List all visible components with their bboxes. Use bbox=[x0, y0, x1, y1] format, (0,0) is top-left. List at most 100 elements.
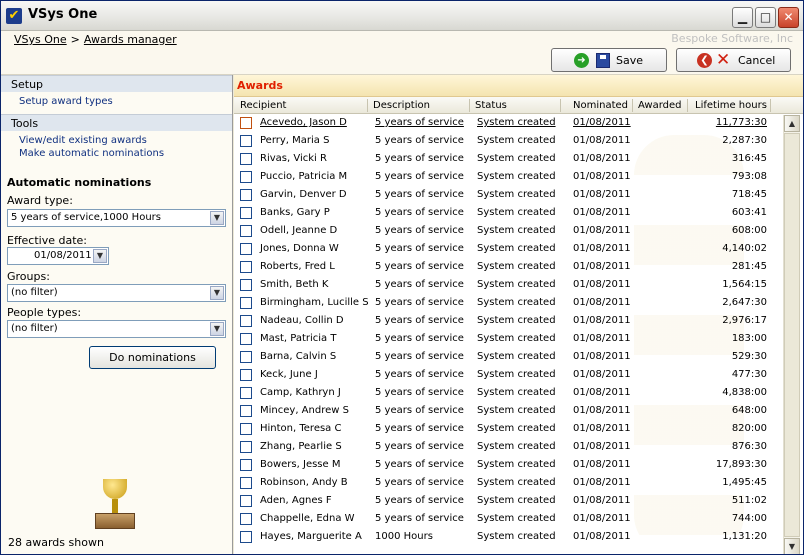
row-checkbox[interactable] bbox=[240, 387, 252, 399]
chevron-down-icon[interactable]: ▼ bbox=[210, 322, 224, 336]
table-row[interactable]: Banks, Gary P 5 years of service System cr… bbox=[234, 205, 783, 223]
row-checkbox[interactable] bbox=[240, 189, 252, 201]
table-row[interactable]: Chappelle, Edna W 5 years of service Syste… bbox=[234, 511, 783, 529]
sidebar-item-setup-award-types[interactable]: Setup award types bbox=[19, 96, 113, 107]
row-checkbox[interactable] bbox=[240, 225, 252, 237]
minimize-button[interactable]: ▁ bbox=[732, 7, 753, 28]
table-row[interactable]: Rivas, Vicki R 5 years of service System c… bbox=[234, 151, 783, 169]
recipient-cell: Puccio, Patricia M bbox=[260, 171, 348, 182]
row-checkbox[interactable] bbox=[240, 477, 252, 489]
row-checkbox[interactable] bbox=[240, 441, 252, 453]
people-types-select[interactable]: (no filter) ▼ bbox=[7, 320, 226, 338]
table-row[interactable]: Puccio, Patricia M 5 years of service Syst… bbox=[234, 169, 783, 187]
table-row[interactable]: Roberts, Fred L 5 years of service System … bbox=[234, 259, 783, 277]
back-icon: ❮ bbox=[697, 53, 712, 68]
column-separator[interactable] bbox=[687, 99, 688, 112]
lifetime-hours-cell: 2,647:30 bbox=[722, 297, 767, 308]
scroll-up-icon[interactable]: ▲ bbox=[784, 115, 800, 132]
table-row[interactable]: Odell, Jeanne D 5 years of service System … bbox=[234, 223, 783, 241]
row-checkbox[interactable] bbox=[240, 531, 252, 543]
cancel-button[interactable]: ❮ ✕ Cancel bbox=[676, 48, 791, 72]
status-cell: System created bbox=[477, 459, 556, 470]
effective-date-picker[interactable]: 01/08/2011 ▼ bbox=[7, 247, 109, 265]
table-row[interactable]: Robinson, Andy B 5 years of service System… bbox=[234, 475, 783, 493]
column-description[interactable]: Description bbox=[373, 100, 430, 111]
nominated-cell: 01/08/2011 bbox=[573, 477, 631, 488]
table-row[interactable]: Bowers, Jesse M 5 years of service System … bbox=[234, 457, 783, 475]
maximize-button[interactable]: □ bbox=[755, 7, 776, 28]
awards-header-bar: Awards bbox=[234, 75, 803, 97]
row-checkbox[interactable] bbox=[240, 297, 252, 309]
row-checkbox[interactable] bbox=[240, 405, 252, 417]
table-row[interactable]: Hinton, Teresa C 5 years of service System… bbox=[234, 421, 783, 439]
row-checkbox[interactable] bbox=[240, 243, 252, 255]
chevron-down-icon[interactable]: ▼ bbox=[210, 211, 224, 225]
breadcrumb-home-link[interactable]: VSys One bbox=[14, 33, 67, 46]
cancel-label: Cancel bbox=[738, 54, 776, 67]
scroll-down-icon[interactable]: ▼ bbox=[784, 538, 800, 554]
row-checkbox[interactable] bbox=[240, 315, 252, 327]
row-checkbox[interactable] bbox=[240, 513, 252, 525]
nominated-cell: 01/08/2011 bbox=[573, 117, 631, 128]
recipient-cell: Birmingham, Lucille S bbox=[260, 297, 369, 308]
status-cell: System created bbox=[477, 423, 556, 434]
do-nominations-button[interactable]: Do nominations bbox=[89, 346, 216, 369]
table-row[interactable]: Camp, Kathryn J 5 years of service System … bbox=[234, 385, 783, 403]
table-row[interactable]: Acevedo, Jason D 5 years of service System… bbox=[234, 115, 783, 133]
table-row[interactable]: Perry, Maria S 5 years of service System c… bbox=[234, 133, 783, 151]
row-checkbox[interactable] bbox=[240, 261, 252, 273]
column-status[interactable]: Status bbox=[475, 100, 507, 111]
recipient-cell: Hinton, Teresa C bbox=[260, 423, 342, 434]
chevron-down-icon[interactable]: ▼ bbox=[93, 249, 107, 263]
column-separator[interactable] bbox=[469, 99, 470, 112]
column-lifetime-hours[interactable]: Lifetime hours bbox=[695, 100, 767, 111]
table-row[interactable]: Nadeau, Collin D 5 years of service System… bbox=[234, 313, 783, 331]
table-row[interactable]: Aden, Agnes F 5 years of service System cr… bbox=[234, 493, 783, 511]
row-checkbox[interactable] bbox=[240, 279, 252, 291]
save-button[interactable]: ➜ Save bbox=[551, 48, 667, 72]
row-checkbox[interactable] bbox=[240, 117, 252, 129]
column-separator[interactable] bbox=[632, 99, 633, 112]
recipient-cell: Perry, Maria S bbox=[260, 135, 330, 146]
row-checkbox[interactable] bbox=[240, 171, 252, 183]
close-button[interactable]: ✕ bbox=[778, 7, 799, 28]
chevron-down-icon[interactable]: ▼ bbox=[210, 286, 224, 300]
status-cell: System created bbox=[477, 297, 556, 308]
row-checkbox[interactable] bbox=[240, 351, 252, 363]
column-separator[interactable] bbox=[770, 99, 771, 112]
row-checkbox[interactable] bbox=[240, 459, 252, 471]
row-checkbox[interactable] bbox=[240, 135, 252, 147]
table-row[interactable]: Keck, June J 5 years of service System cre… bbox=[234, 367, 783, 385]
row-checkbox[interactable] bbox=[240, 207, 252, 219]
table-row[interactable]: Smith, Beth K 5 years of service System cr… bbox=[234, 277, 783, 295]
row-checkbox[interactable] bbox=[240, 495, 252, 507]
groups-select[interactable]: (no filter) ▼ bbox=[7, 284, 226, 302]
column-separator[interactable] bbox=[560, 99, 561, 112]
column-nominated[interactable]: Nominated bbox=[573, 100, 628, 111]
description-cell: 5 years of service bbox=[375, 369, 464, 380]
sidebar-item-make-nominations[interactable]: Make automatic nominations bbox=[19, 148, 164, 159]
table-row[interactable]: Barna, Calvin S 5 years of service System … bbox=[234, 349, 783, 367]
nominated-cell: 01/08/2011 bbox=[573, 315, 631, 326]
lifetime-hours-cell: 793:08 bbox=[731, 171, 767, 182]
row-checkbox[interactable] bbox=[240, 423, 252, 435]
column-recipient[interactable]: Recipient bbox=[240, 100, 286, 111]
table-row[interactable]: Hayes, Marguerite A 1000 Hours System crea… bbox=[234, 529, 783, 547]
award-type-select[interactable]: 5 years of service,1000 Hours ▼ bbox=[7, 209, 226, 227]
scroll-thumb[interactable] bbox=[784, 133, 800, 537]
row-checkbox[interactable] bbox=[240, 369, 252, 381]
recipient-cell: Banks, Gary P bbox=[260, 207, 330, 218]
vertical-scrollbar[interactable]: ▲ ▼ bbox=[783, 115, 800, 554]
breadcrumb-awards-link[interactable]: Awards manager bbox=[84, 33, 177, 46]
table-row[interactable]: Zhang, Pearlie S 5 years of service System… bbox=[234, 439, 783, 457]
row-checkbox[interactable] bbox=[240, 333, 252, 345]
column-separator[interactable] bbox=[367, 99, 368, 112]
table-row[interactable]: Birmingham, Lucille S 5 years of service S… bbox=[234, 295, 783, 313]
column-awarded[interactable]: Awarded bbox=[638, 100, 682, 111]
table-row[interactable]: Jones, Donna W 5 years of service System c… bbox=[234, 241, 783, 259]
table-row[interactable]: Mast, Patricia T 5 years of service System… bbox=[234, 331, 783, 349]
table-row[interactable]: Garvin, Denver D 5 years of service System… bbox=[234, 187, 783, 205]
table-row[interactable]: Mincey, Andrew S 5 years of service System… bbox=[234, 403, 783, 421]
row-checkbox[interactable] bbox=[240, 153, 252, 165]
sidebar-item-view-edit-awards[interactable]: View/edit existing awards bbox=[19, 135, 147, 146]
